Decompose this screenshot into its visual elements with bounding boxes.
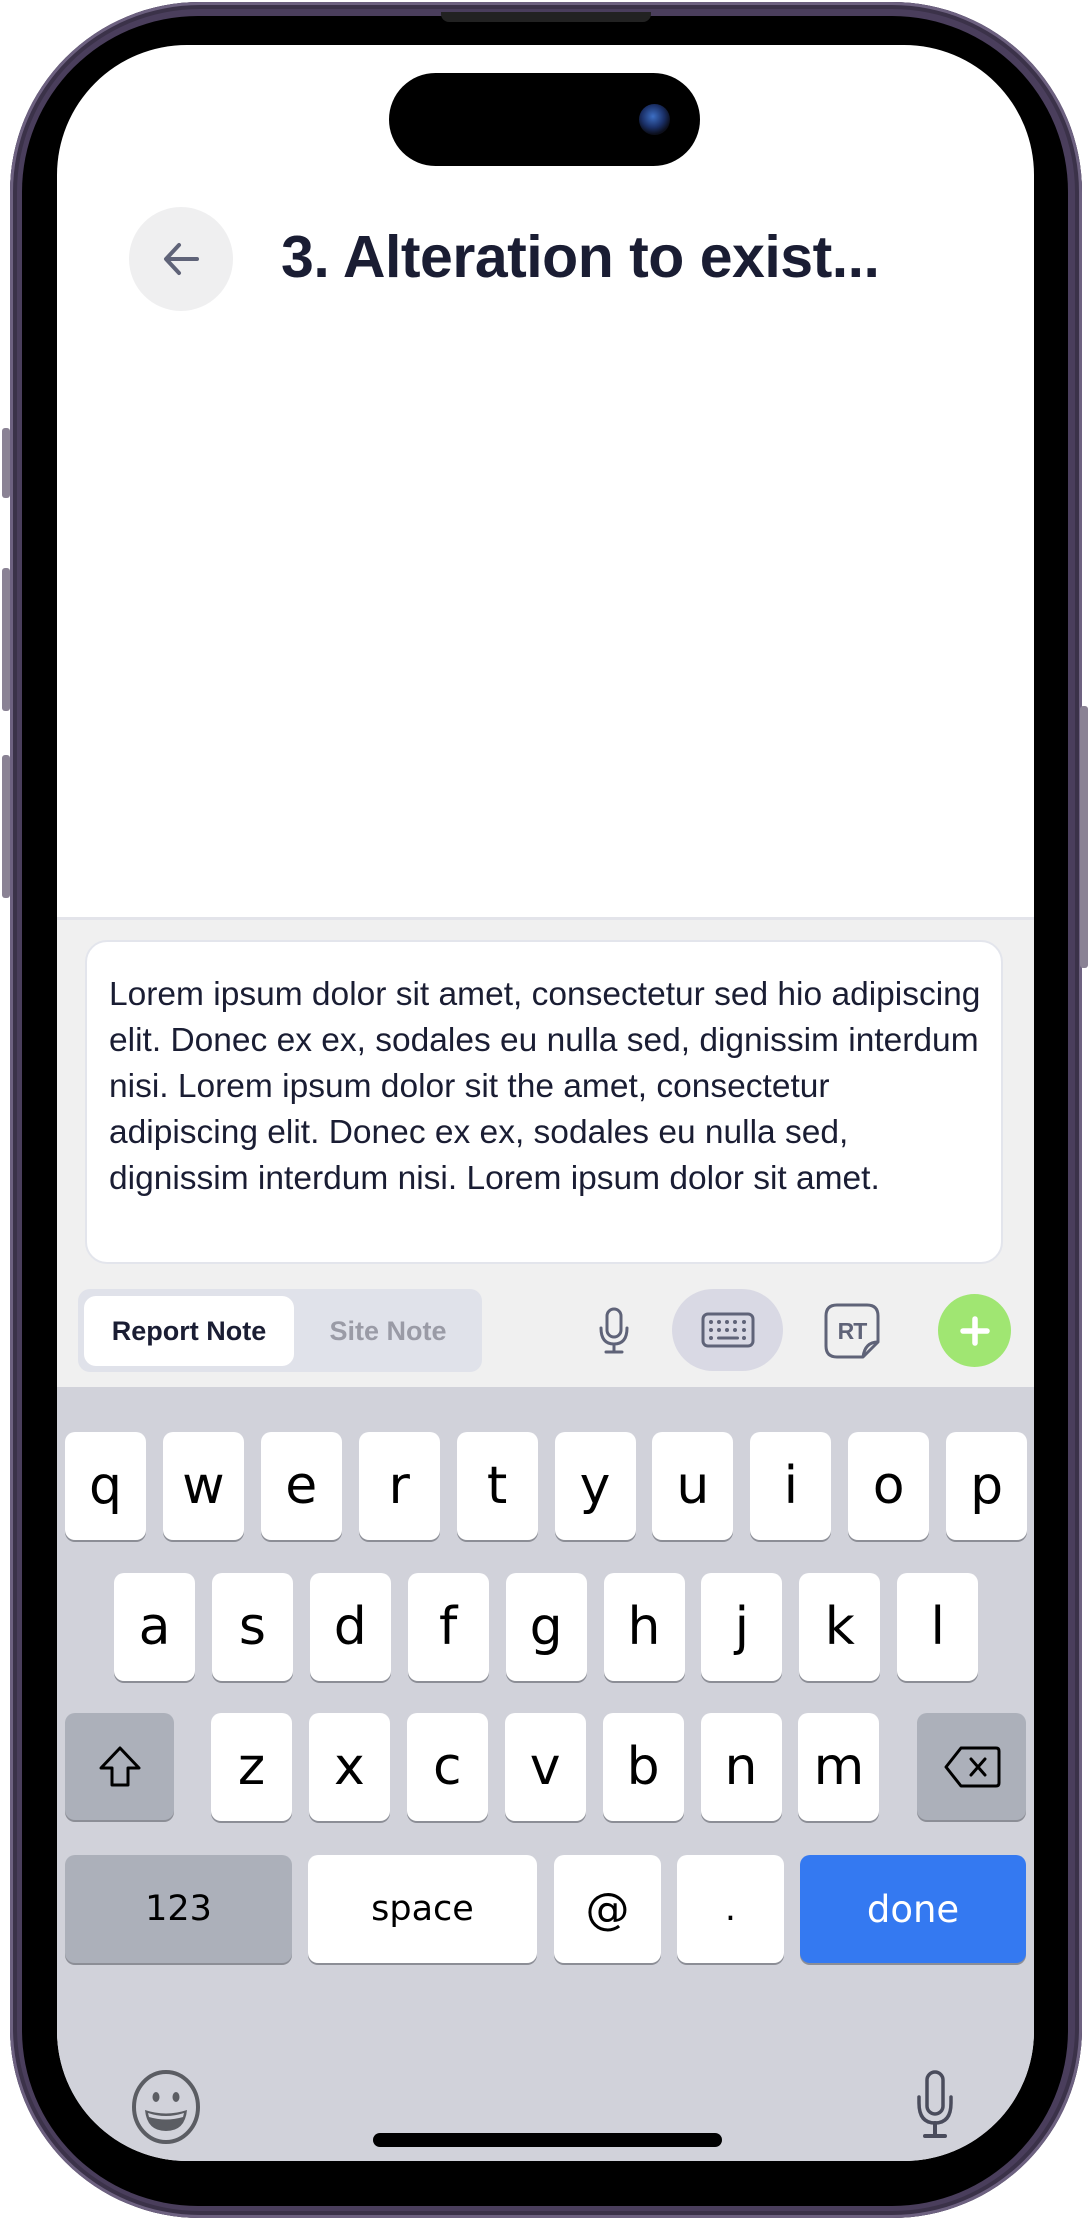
rich-text-label: RT bbox=[837, 1317, 868, 1344]
note-text[interactable]: Lorem ipsum dolor sit amet, consectetur … bbox=[109, 972, 981, 1202]
key-i[interactable]: i bbox=[750, 1432, 832, 1540]
keyboard-icon bbox=[701, 1312, 754, 1348]
dynamic-island bbox=[389, 73, 700, 166]
front-camera bbox=[639, 104, 670, 135]
tab-site-note[interactable]: Site Note bbox=[294, 1296, 482, 1366]
dictation-button[interactable] bbox=[915, 2063, 955, 2147]
on-screen-keyboard: qwertyuiop asdfghjkl zxcvbnm 123 space @… bbox=[57, 1387, 1034, 2161]
key-t[interactable]: t bbox=[456, 1432, 538, 1540]
note-composer: Lorem ipsum dolor sit amet, consectetur … bbox=[57, 917, 1034, 1390]
key-e[interactable]: e bbox=[260, 1432, 342, 1540]
key-l[interactable]: l bbox=[897, 1573, 979, 1681]
key-d[interactable]: d bbox=[309, 1573, 391, 1681]
volume-up-button bbox=[2, 568, 10, 711]
keyboard-toggle-button[interactable] bbox=[672, 1289, 783, 1371]
shift-icon bbox=[99, 1746, 140, 1786]
key-u[interactable]: u bbox=[652, 1432, 734, 1540]
key-s[interactable]: s bbox=[211, 1573, 293, 1681]
key-q[interactable]: q bbox=[65, 1432, 146, 1540]
at-key[interactable]: @ bbox=[554, 1855, 661, 1963]
arrow-left-icon bbox=[164, 243, 199, 275]
home-indicator[interactable] bbox=[373, 2133, 722, 2147]
note-input[interactable]: Lorem ipsum dolor sit amet, consectetur … bbox=[85, 940, 1003, 1264]
key-b[interactable]: b bbox=[602, 1713, 684, 1821]
space-key[interactable]: space bbox=[308, 1855, 537, 1963]
action-button bbox=[2, 428, 10, 498]
key-m[interactable]: m bbox=[798, 1713, 880, 1821]
key-r[interactable]: r bbox=[358, 1432, 440, 1540]
key-o[interactable]: o bbox=[848, 1432, 930, 1540]
tab-report-note[interactable]: Report Note bbox=[84, 1296, 294, 1366]
key-n[interactable]: n bbox=[700, 1713, 782, 1821]
key-y[interactable]: y bbox=[554, 1432, 636, 1540]
screen: 3. Alteration to exist... Lorem ipsum do… bbox=[57, 45, 1034, 2161]
key-g[interactable]: g bbox=[505, 1573, 587, 1681]
delete-key[interactable] bbox=[917, 1713, 1026, 1820]
back-button[interactable] bbox=[129, 207, 233, 311]
key-p[interactable]: p bbox=[946, 1432, 1028, 1540]
done-key[interactable]: done bbox=[800, 1855, 1026, 1963]
speaker-slot bbox=[441, 12, 651, 22]
backspace-icon bbox=[944, 1746, 1000, 1787]
microphone-icon bbox=[599, 1307, 629, 1353]
key-h[interactable]: h bbox=[603, 1573, 685, 1681]
microphone-icon bbox=[917, 2070, 953, 2138]
key-z[interactable]: z bbox=[211, 1713, 292, 1821]
key-v[interactable]: v bbox=[504, 1713, 586, 1821]
emoji-button[interactable] bbox=[131, 2067, 201, 2147]
shift-key[interactable] bbox=[65, 1713, 174, 1820]
page-title: 3. Alteration to exist... bbox=[281, 224, 880, 290]
key-w[interactable]: w bbox=[162, 1432, 244, 1540]
numbers-key[interactable]: 123 bbox=[65, 1855, 292, 1963]
key-x[interactable]: x bbox=[308, 1713, 390, 1821]
key-j[interactable]: j bbox=[701, 1573, 783, 1681]
key-k[interactable]: k bbox=[799, 1573, 881, 1681]
add-note-button[interactable] bbox=[938, 1294, 1011, 1367]
key-a[interactable]: a bbox=[114, 1573, 195, 1681]
key-c[interactable]: c bbox=[406, 1713, 488, 1821]
key-f[interactable]: f bbox=[407, 1573, 489, 1681]
emoji-icon bbox=[132, 2070, 200, 2144]
rich-text-button[interactable]: RT bbox=[823, 1302, 881, 1360]
period-key[interactable]: . bbox=[677, 1855, 784, 1963]
plus-icon bbox=[959, 1315, 990, 1346]
voice-input-button[interactable] bbox=[587, 1289, 641, 1372]
power-button bbox=[1080, 706, 1088, 968]
volume-down-button bbox=[2, 755, 10, 898]
note-type-segmented-control: Report Note Site Note bbox=[78, 1289, 482, 1372]
composer-toolbar: Report Note Site Note RT bbox=[57, 1289, 1034, 1374]
